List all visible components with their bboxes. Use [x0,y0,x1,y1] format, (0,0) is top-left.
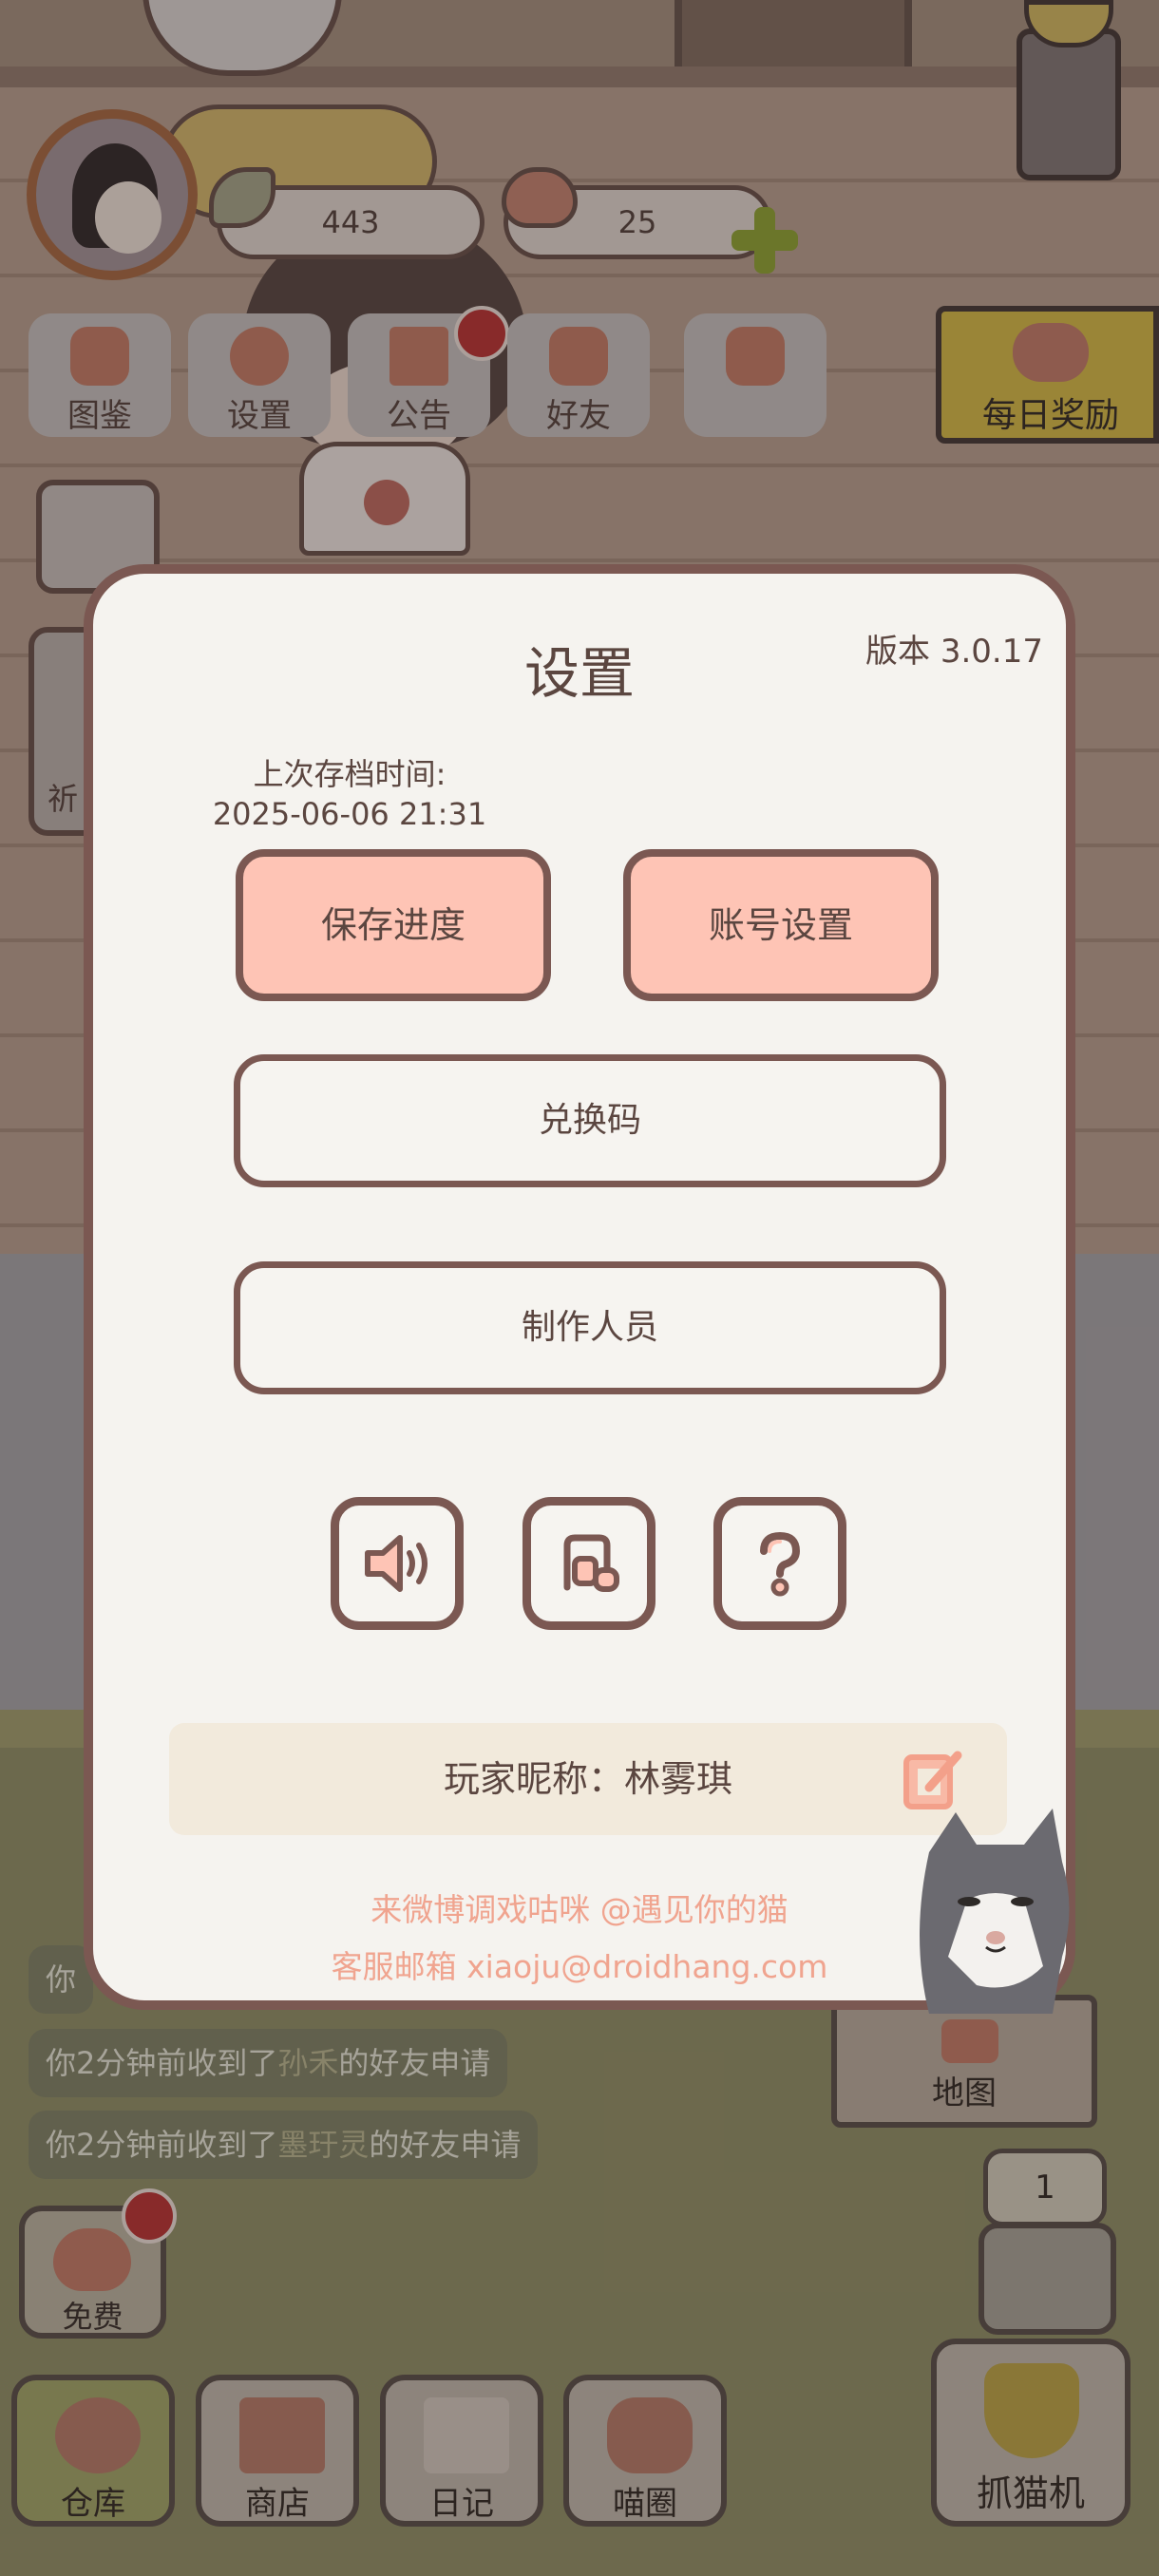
help-icon [760,1531,801,1597]
credits-button[interactable]: 制作人员 [234,1261,946,1394]
sound-toggle-button[interactable] [331,1497,464,1630]
save-time-label: 上次存档时间: [253,756,446,792]
account-settings-button[interactable]: 账号设置 [623,849,939,1001]
version-label: 版本 3.0.17 [865,633,1043,671]
nickname-label: 玩家昵称：林雾琪 [443,1758,732,1800]
help-button[interactable] [713,1497,846,1630]
last-save-time: 上次存档时间: 2025-06-06 21:31 [207,754,492,834]
redeem-code-button[interactable]: 兑换码 [234,1054,946,1187]
speaker-icon [365,1535,428,1592]
save-progress-button[interactable]: 保存进度 [236,849,551,1001]
music-icon [563,1534,619,1592]
settings-dialog: 设置 版本 3.0.17 上次存档时间: 2025-06-06 21:31 保存… [84,564,1075,2010]
nickname-bar: 玩家昵称：林雾琪 [169,1723,1007,1835]
save-time-value: 2025-06-06 21:31 [212,796,487,832]
music-toggle-button[interactable] [522,1497,656,1630]
peeking-cat-icon [920,1809,1070,2014]
